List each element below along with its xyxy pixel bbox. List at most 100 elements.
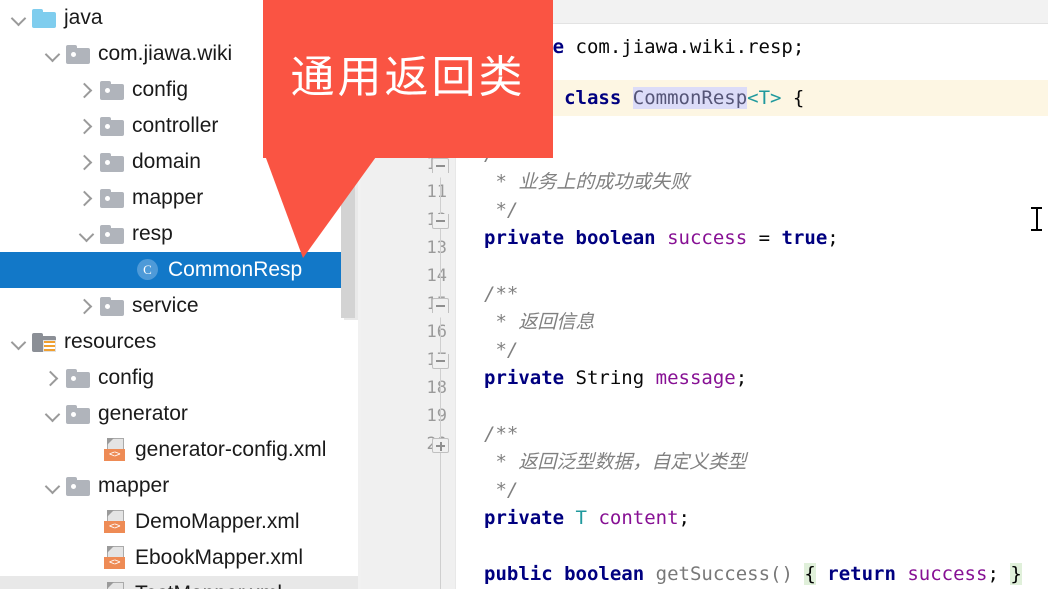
chevron-right-icon[interactable] [74,77,100,103]
tree-item-label: controller [132,114,219,137]
code-line-15[interactable]: /** [456,420,1048,448]
chevron-down-icon[interactable] [6,329,32,355]
annotation-callout: 通用返回类 [263,0,553,158]
resource-folder-icon [32,332,56,352]
field-success: success [667,227,748,249]
code-line-20[interactable]: public boolean getSuccess() { return suc… [456,560,1048,588]
tree-row-generator-config-xml[interactable]: <> generator-config.xml [0,432,361,468]
code-line-8[interactable]: private boolean success = true; [456,224,1048,252]
javadoc-close: */ [495,479,519,501]
keyword-private: private [484,367,565,389]
semicolon: ; [735,367,748,389]
java-class-icon: C [136,258,160,282]
code-line-18[interactable]: private T content; [456,504,1048,532]
xml-file-icon: <> [104,546,127,570]
chevron-down-icon[interactable] [40,473,66,499]
field-content: content [598,507,679,529]
chevron-right-icon[interactable] [74,113,100,139]
brace-close: } [1010,563,1022,585]
tree-row-resources-config[interactable]: config [0,360,361,396]
tree-row-service[interactable]: service [0,288,361,324]
folder-icon [100,188,124,208]
chevron-right-icon[interactable] [40,365,66,391]
keyword-boolean: boolean [564,563,645,585]
code-line-6[interactable]: * 业务上的成功或失败 [456,168,1048,196]
code-line-10[interactable]: /** [456,280,1048,308]
type-string: String [575,367,645,389]
tree-item-label: generator [98,402,188,425]
javadoc-star: * [495,311,507,333]
javadoc-open: /** [484,423,519,445]
semicolon: ; [987,563,999,585]
folder-icon [66,368,90,388]
chevron-down-icon[interactable] [6,5,32,31]
chevron-down-icon[interactable] [74,221,100,247]
tree-item-label: com.jiawa.wiki [98,42,233,65]
chevron-right-icon[interactable] [74,185,100,211]
javadoc-star: * [495,451,507,473]
chevron-down-icon[interactable] [40,41,66,67]
fold-start-icon[interactable] [432,298,449,313]
xml-file-icon: <> [104,510,127,534]
fold-expand-icon[interactable] [432,438,449,453]
fold-end-icon[interactable] [432,354,449,369]
code-line-11[interactable]: * 返回信息 [456,308,1048,336]
brace-open: { [792,87,805,109]
chevron-right-icon[interactable] [74,149,100,175]
tree-item-label: mapper [98,474,170,497]
keyword-class: class [564,87,622,109]
method-name-getsuccess: getSuccess() [655,563,793,585]
keyword-private: private [484,507,565,529]
javadoc-text: 业务上的成功或失败 [518,171,690,193]
fold-start-icon[interactable] [432,158,449,173]
text-cursor-icon [1031,207,1042,231]
tree-row-ebookmapper-xml[interactable]: <> EbookMapper.xml [0,540,361,576]
generic-parameter: <T> [747,87,782,109]
tree-item-label: domain [132,150,201,173]
tree-item-label: config [98,366,155,389]
code-line-19[interactable] [456,532,1048,560]
javadoc-star: * [495,171,507,193]
tree-row-resources-mapper[interactable]: mapper [0,468,361,504]
code-line-16[interactable]: * 返回泛型数据，自定义类型 [456,448,1048,476]
javadoc-text: 返回泛型数据，自定义类型 [518,451,747,473]
javadoc-close: */ [495,339,519,361]
semicolon: ; [678,507,690,529]
keyword-true: true [781,227,828,249]
javadoc-open: /** [484,283,519,305]
ide-window: java com.jiawa.wiki config controller do… [0,0,1048,589]
keyword-public: public [484,563,553,585]
callout-tail [263,150,381,258]
code-line-17[interactable]: */ [456,476,1048,504]
code-line-13[interactable]: private String message; [456,364,1048,392]
fold-end-icon[interactable] [432,214,449,229]
tree-item-label: generator-config.xml [135,438,327,461]
javadoc-text: 返回信息 [518,311,595,333]
xml-file-icon: <> [104,438,127,462]
tree-item-label: java [64,6,103,29]
folder-icon [100,152,124,172]
code-line-14[interactable] [456,392,1048,420]
code-line-7[interactable]: */ [456,196,1048,224]
chevron-down-icon[interactable] [40,401,66,427]
code-line-9[interactable] [456,252,1048,280]
brace-open: { [804,563,816,585]
tree-row-resources[interactable]: resources [0,324,361,360]
tree-item-label: resources [64,330,157,353]
xml-file-icon: <> [104,582,127,589]
tree-row-demomapper-xml[interactable]: <> DemoMapper.xml [0,504,361,540]
tree-item-label: TestMapper.xml [134,582,282,589]
folder-icon [66,44,90,64]
annotation-text: 通用返回类 [290,52,526,103]
tree-item-label: resp [132,222,173,245]
tree-row-generator[interactable]: generator [0,396,361,432]
tree-item-label: mapper [132,186,204,209]
javadoc-close: */ [495,199,519,221]
chevron-right-icon[interactable] [74,293,100,319]
operator-equals: = [758,227,771,249]
code-line-12[interactable]: */ [456,336,1048,364]
folder-icon [100,224,124,244]
folder-icon [66,404,90,424]
tree-row-testmapper-xml[interactable]: <> TestMapper.xml [0,576,361,589]
